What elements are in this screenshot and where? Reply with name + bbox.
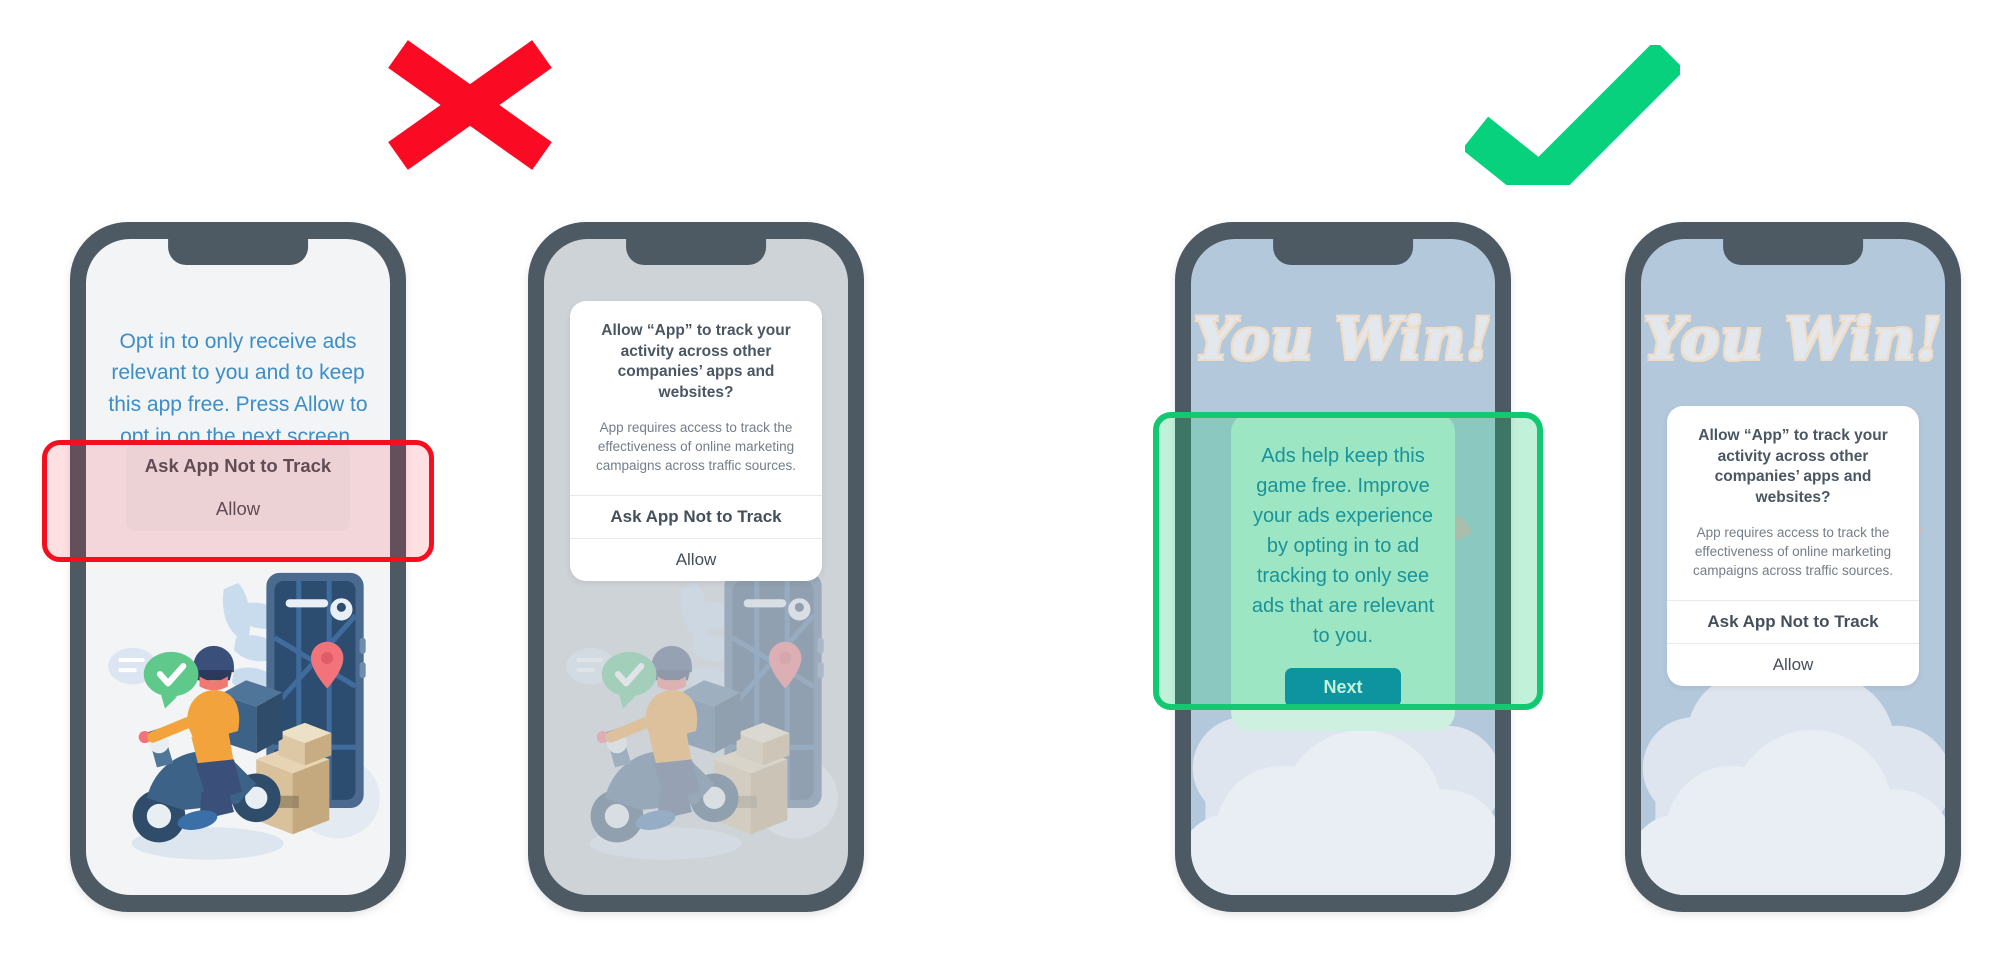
phone-two-screen: Allow “App” to track your activity acros…: [544, 239, 848, 895]
allow-button[interactable]: Allow: [569, 537, 823, 581]
pre-prompt-text: Ads help keep this game free. Improve yo…: [1251, 444, 1435, 647]
att-dialog-description: App requires access to track the effecti…: [595, 420, 797, 474]
phone-three-screen: You Win! Ads help keep this game free. I…: [1191, 239, 1495, 895]
ask-app-not-to-track-button[interactable]: Ask App Not to Track: [569, 494, 823, 538]
game-win-title: You Win!: [1643, 304, 1943, 373]
phone-bad-pre-prompt: Opt in to only receive ads relevant to y…: [70, 222, 406, 912]
att-dialog-body: Allow “App” to track your activity acros…: [570, 301, 822, 494]
att-dialog: Allow “App” to track your activity acros…: [1666, 406, 1920, 686]
game-win-title: You Win!: [1193, 304, 1493, 373]
ask-app-not-to-track-option[interactable]: Ask App Not to Track: [125, 443, 351, 488]
phone-notch: [1273, 239, 1413, 265]
custom-pre-prompt-card: Ads help keep this game free. Improve yo…: [1230, 412, 1456, 731]
phone-bad-att-dialog: Allow “App” to track your activity acros…: [528, 222, 864, 912]
att-dialog-description: App requires access to track the effecti…: [1692, 525, 1894, 579]
att-dialog: Allow “App” to track your activity acros…: [569, 301, 823, 581]
phone-notch: [626, 239, 766, 265]
allow-option[interactable]: Allow: [125, 486, 351, 531]
next-button[interactable]: Next: [1285, 667, 1401, 707]
att-dialog-body: Allow “App” to track your activity acros…: [1667, 406, 1919, 599]
ask-app-not-to-track-button[interactable]: Ask App Not to Track: [1666, 599, 1920, 643]
phone-notch: [1723, 239, 1863, 265]
allow-button[interactable]: Allow: [1666, 642, 1920, 686]
comparison-figure: Opt in to only receive ads relevant to y…: [0, 0, 2000, 953]
att-dialog-title: Allow “App” to track your activity acros…: [601, 322, 791, 401]
phone-one-screen: Opt in to only receive ads relevant to y…: [86, 239, 390, 895]
phone-good-pre-prompt: You Win! Ads help keep this game free. I…: [1175, 222, 1511, 912]
delivery-illustration: [86, 528, 390, 895]
green-check-mark: [1465, 45, 1680, 185]
red-x-mark: [380, 40, 560, 170]
phone-four-screen: You Win! Allow “App” to track your activ…: [1641, 239, 1945, 895]
att-dialog-title: Allow “App” to track your activity acros…: [1698, 427, 1888, 506]
pre-prompt-headline: Opt in to only receive ads relevant to y…: [108, 329, 368, 449]
phone-notch: [168, 239, 308, 265]
phone-good-att-dialog: You Win! Allow “App” to track your activ…: [1625, 222, 1961, 912]
